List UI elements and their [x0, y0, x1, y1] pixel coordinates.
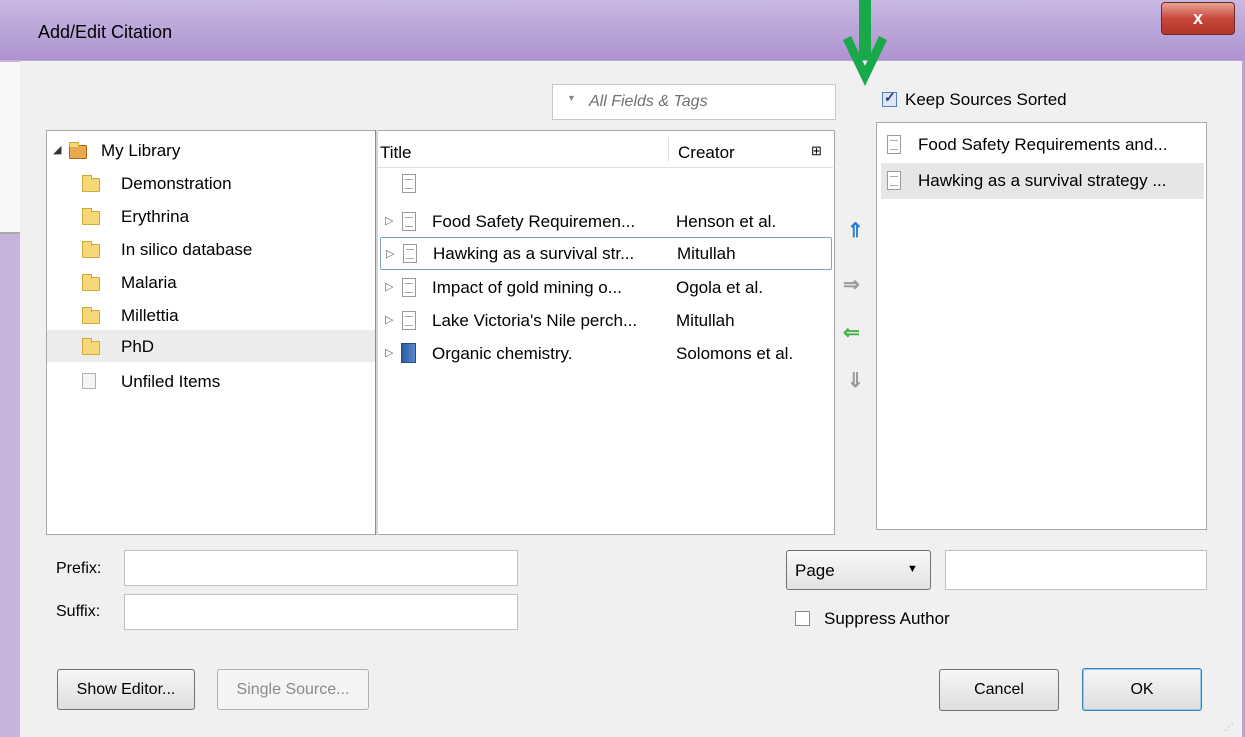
item-creator: Solomons et al.	[676, 344, 794, 363]
document-icon	[403, 244, 417, 263]
tree-item-my-library[interactable]: ◢ My Library	[53, 134, 373, 167]
tree-item-label: Millettia	[121, 306, 179, 325]
tree-item-label: In silico database	[121, 240, 253, 259]
tree-item-label: Demonstration	[121, 174, 232, 193]
expand-triangle-icon[interactable]: ▷	[385, 304, 393, 337]
cancel-button[interactable]: Cancel	[939, 669, 1059, 711]
close-button[interactable]: x	[1161, 2, 1235, 35]
item-title: Hawking as a survival str...	[433, 244, 635, 263]
suffix-label: Suffix:	[56, 603, 101, 620]
locator-type-select[interactable]: Page ▼	[786, 550, 931, 590]
document-icon	[887, 171, 901, 190]
source-title: Hawking as a survival strategy ...	[918, 171, 1167, 190]
prefix-field[interactable]	[124, 550, 518, 586]
tree-item-in-silico-database[interactable]: In silico database	[82, 233, 372, 266]
add-source-arrow-icon[interactable]: ⇒	[843, 272, 860, 297]
items-header: Title Creator ⊞	[378, 131, 833, 168]
locator-field[interactable]	[945, 550, 1207, 590]
chevron-down-icon: ▼	[907, 563, 918, 575]
document-icon	[402, 311, 416, 330]
item-title: Organic chemistry.	[432, 344, 573, 363]
items-pane[interactable]: Title Creator ⊞ ▷ Food Safety Requiremen…	[378, 130, 835, 535]
dialog-title: Add/Edit Citation	[38, 22, 173, 42]
item-title: Food Safety Requiremen...	[432, 212, 636, 231]
item-row[interactable]: ▷ Impact of gold mining o... Ogola et al…	[378, 271, 833, 304]
document-icon	[402, 212, 416, 231]
item-creator: Henson et al.	[676, 212, 777, 231]
locator-type-value: Page	[795, 561, 835, 580]
tree-item-phd-selected[interactable]: PhD	[47, 330, 376, 362]
expand-triangle-icon[interactable]: ▷	[385, 271, 393, 304]
expand-triangle-icon[interactable]: ▷	[385, 337, 393, 370]
tree-item-label: Malaria	[121, 273, 177, 292]
tree-item-label: Erythrina	[121, 207, 190, 226]
item-creator: Mitullah	[676, 311, 735, 330]
suppress-author-checkbox[interactable]	[795, 611, 810, 626]
item-title: Lake Victoria's Nile perch...	[432, 311, 638, 330]
tree-item-demonstration[interactable]: Demonstration	[82, 167, 372, 200]
item-creator: Mitullah	[677, 244, 736, 263]
column-title[interactable]: Title	[380, 143, 412, 163]
prefix-label: Prefix:	[56, 560, 102, 577]
move-down-arrow-icon[interactable]: ⇓	[847, 368, 864, 393]
document-icon	[402, 174, 416, 193]
annotation-down-arrow-icon	[843, 0, 887, 86]
item-row[interactable]: ▷ Lake Victoria's Nile perch... Mitullah	[378, 304, 833, 337]
tree-item-label: My Library	[101, 141, 181, 160]
folder-icon	[82, 175, 100, 192]
search-input[interactable]: ▼ All Fields & Tags	[552, 84, 836, 120]
book-icon	[401, 343, 416, 363]
tree-item-malaria[interactable]: Malaria	[82, 266, 372, 299]
keep-sorted-checkbox[interactable]	[882, 89, 897, 107]
library-icon	[69, 142, 87, 159]
remove-source-arrow-icon[interactable]: ⇐	[843, 320, 860, 345]
item-row-focused[interactable]: ▷ Hawking as a survival str... Mitullah	[380, 237, 832, 270]
column-divider[interactable]	[668, 137, 669, 161]
folder-icon	[82, 338, 100, 355]
ok-button[interactable]: OK	[1082, 668, 1202, 711]
item-row[interactable]: ▷ Food Safety Requiremen... Henson et al…	[378, 205, 833, 238]
folder-icon	[82, 208, 100, 225]
column-creator[interactable]: Creator	[678, 143, 735, 163]
item-row[interactable]: ▷ Organic chemistry. Solomons et al.	[378, 337, 833, 370]
expand-triangle-icon[interactable]: ▷	[385, 205, 393, 238]
resize-grip-icon[interactable]: ⋰	[1224, 722, 1234, 733]
single-source-button[interactable]: Single Source...	[217, 669, 369, 710]
item-row-blank[interactable]	[378, 167, 833, 200]
show-editor-button[interactable]: Show Editor...	[57, 669, 195, 710]
search-placeholder: All Fields & Tags	[589, 93, 708, 110]
suppress-author-label: Suppress Author	[824, 609, 950, 628]
folder-icon	[82, 241, 100, 258]
tree-item-millettia[interactable]: Millettia	[82, 299, 372, 332]
source-item[interactable]: Food Safety Requirements and...	[881, 127, 1204, 163]
tree-item-label: Unfiled Items	[121, 372, 221, 391]
expand-triangle-icon[interactable]: ▷	[386, 238, 394, 271]
tree-item-erythrina[interactable]: Erythrina	[82, 200, 372, 233]
folder-icon	[82, 307, 100, 324]
tree-item-label: PhD	[121, 337, 155, 356]
selected-sources-list[interactable]: Food Safety Requirements and... Hawking …	[876, 122, 1207, 530]
folder-icon	[82, 274, 100, 291]
source-title: Food Safety Requirements and...	[918, 135, 1168, 154]
tree-item-unfiled-items[interactable]: Unfiled Items	[82, 365, 372, 398]
item-creator: Ogola et al.	[676, 278, 763, 297]
collections-pane[interactable]: ◢ My Library Demonstration Erythrina In …	[46, 130, 376, 535]
expand-triangle-icon[interactable]: ◢	[53, 134, 61, 167]
title-bar[interactable]: Add/Edit Citation x	[0, 0, 1245, 60]
unfiled-items-icon	[82, 373, 96, 389]
column-picker-icon[interactable]: ⊞	[811, 143, 822, 159]
dialog-window: Add/Edit Citation x ▼ All Fields & Tags …	[0, 0, 1245, 737]
keep-sorted-label: Keep Sources Sorted	[905, 90, 1067, 109]
background-window-fragment	[0, 62, 22, 234]
source-item-selected[interactable]: Hawking as a survival strategy ...	[881, 163, 1204, 199]
suffix-field[interactable]	[124, 594, 518, 630]
move-up-arrow-icon[interactable]: ⇑	[847, 218, 864, 243]
document-icon	[402, 278, 416, 297]
search-mode-dropdown-icon[interactable]: ▼	[567, 93, 576, 103]
document-icon	[887, 135, 901, 154]
item-title: Impact of gold mining o...	[432, 278, 622, 297]
